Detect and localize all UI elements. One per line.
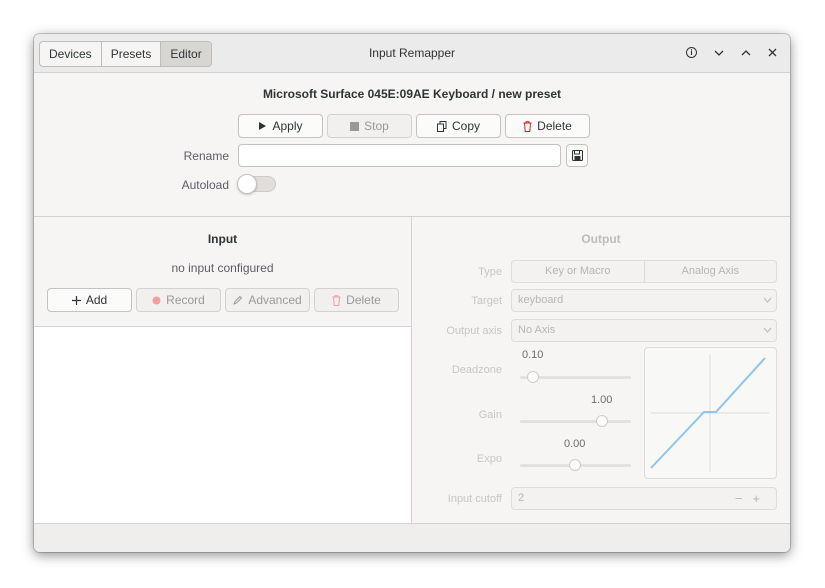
input-cutoff-label: Input cutoff: [447, 493, 502, 505]
record-label: Record: [166, 293, 205, 307]
info-icon: i: [686, 47, 697, 58]
type-analog-axis[interactable]: Analog Axis: [645, 261, 777, 282]
output-axis-value: No Axis: [518, 324, 556, 336]
deadzone-value: 0.10: [522, 349, 544, 361]
stop-label: Stop: [364, 119, 389, 133]
chevron-down-icon: [714, 50, 723, 56]
copy-button[interactable]: Copy: [416, 114, 501, 138]
no-input-message: no input configured: [171, 261, 274, 275]
trash-icon: [523, 120, 532, 132]
autoload-label: Autoload: [181, 178, 229, 192]
apply-button[interactable]: Apply: [238, 114, 323, 138]
status-bar: [34, 523, 790, 552]
save-name-button[interactable]: [566, 144, 588, 167]
record-icon: [152, 296, 161, 304]
autoload-switch[interactable]: [237, 174, 276, 194]
maximize-button[interactable]: [736, 43, 755, 62]
copy-icon: [436, 120, 447, 132]
record-button[interactable]: Record: [136, 288, 221, 312]
advanced-label: Advanced: [248, 293, 302, 307]
type-label: Type: [478, 266, 502, 278]
response-curve: [650, 354, 769, 472]
output-pane: Output Type Key or Macro Analog Axis Tar…: [412, 217, 790, 523]
target-value: keyboard: [518, 294, 564, 306]
gain-value: 1.00: [591, 394, 613, 406]
input-cutoff-spinner[interactable]: 2 −+: [511, 487, 777, 510]
type-key-or-macro[interactable]: Key or Macro: [512, 261, 645, 282]
window-controls: i: [682, 43, 782, 62]
delete-input-button[interactable]: Delete: [314, 288, 399, 312]
output-title: Output: [581, 232, 621, 246]
play-icon: [259, 122, 267, 130]
pencil-icon: [233, 295, 243, 305]
input-list[interactable]: [34, 326, 411, 524]
output-axis-dropdown[interactable]: No Axis: [511, 319, 777, 342]
chevron-down-icon: [763, 320, 772, 341]
minimize-button[interactable]: [709, 43, 728, 62]
apply-label: Apply: [272, 119, 303, 133]
expo-slider-handle[interactable]: [569, 459, 581, 471]
save-icon: [571, 150, 583, 161]
advanced-button[interactable]: Advanced: [225, 288, 310, 312]
about-button[interactable]: i: [682, 43, 701, 62]
stop-button[interactable]: Stop: [327, 114, 412, 138]
delete-input-label: Delete: [346, 293, 381, 307]
output-type-toggle: Key or Macro Analog Axis: [511, 260, 777, 283]
response-curve-graph: [644, 347, 777, 479]
delete-preset-label: Delete: [537, 119, 572, 133]
chevron-down-icon: [763, 290, 772, 311]
target-dropdown[interactable]: keyboard: [511, 289, 777, 312]
copy-label: Copy: [451, 119, 480, 133]
expo-label: Expo: [476, 453, 502, 465]
stop-icon: [350, 121, 360, 131]
input-cutoff-value: 2: [518, 492, 525, 504]
input-title: Input: [207, 232, 238, 246]
target-label: Target: [471, 295, 502, 307]
expo-value: 0.00: [564, 438, 586, 450]
switch-knob: [237, 174, 257, 194]
gain-slider-handle[interactable]: [596, 415, 608, 427]
gain-label: Gain: [478, 409, 502, 421]
deadzone-label: Deadzone: [451, 364, 502, 376]
app-window: Devices Presets Editor Input Remapper i …: [34, 34, 790, 552]
title-bar: Devices Presets Editor Input Remapper i: [34, 34, 790, 73]
close-button[interactable]: [763, 43, 782, 62]
device-preset-title: Microsoft Surface 045E:09AE Keyboard / n…: [262, 87, 562, 101]
spinner-buttons: −+: [734, 491, 770, 506]
rename-label: Rename: [183, 149, 229, 163]
delete-preset-button[interactable]: Delete: [505, 114, 590, 138]
output-axis-label: Output axis: [446, 325, 502, 337]
close-icon: [768, 48, 777, 57]
deadzone-slider-handle[interactable]: [527, 371, 539, 383]
window-title: Input Remapper: [368, 46, 456, 60]
trash-icon: [332, 294, 341, 306]
gain-slider-track: [520, 420, 631, 423]
add-input-label: Add: [85, 293, 108, 307]
chevron-up-icon: [741, 49, 750, 55]
plus-icon: [71, 295, 81, 305]
rename-input[interactable]: [238, 144, 561, 167]
add-input-button[interactable]: Add: [47, 288, 132, 312]
